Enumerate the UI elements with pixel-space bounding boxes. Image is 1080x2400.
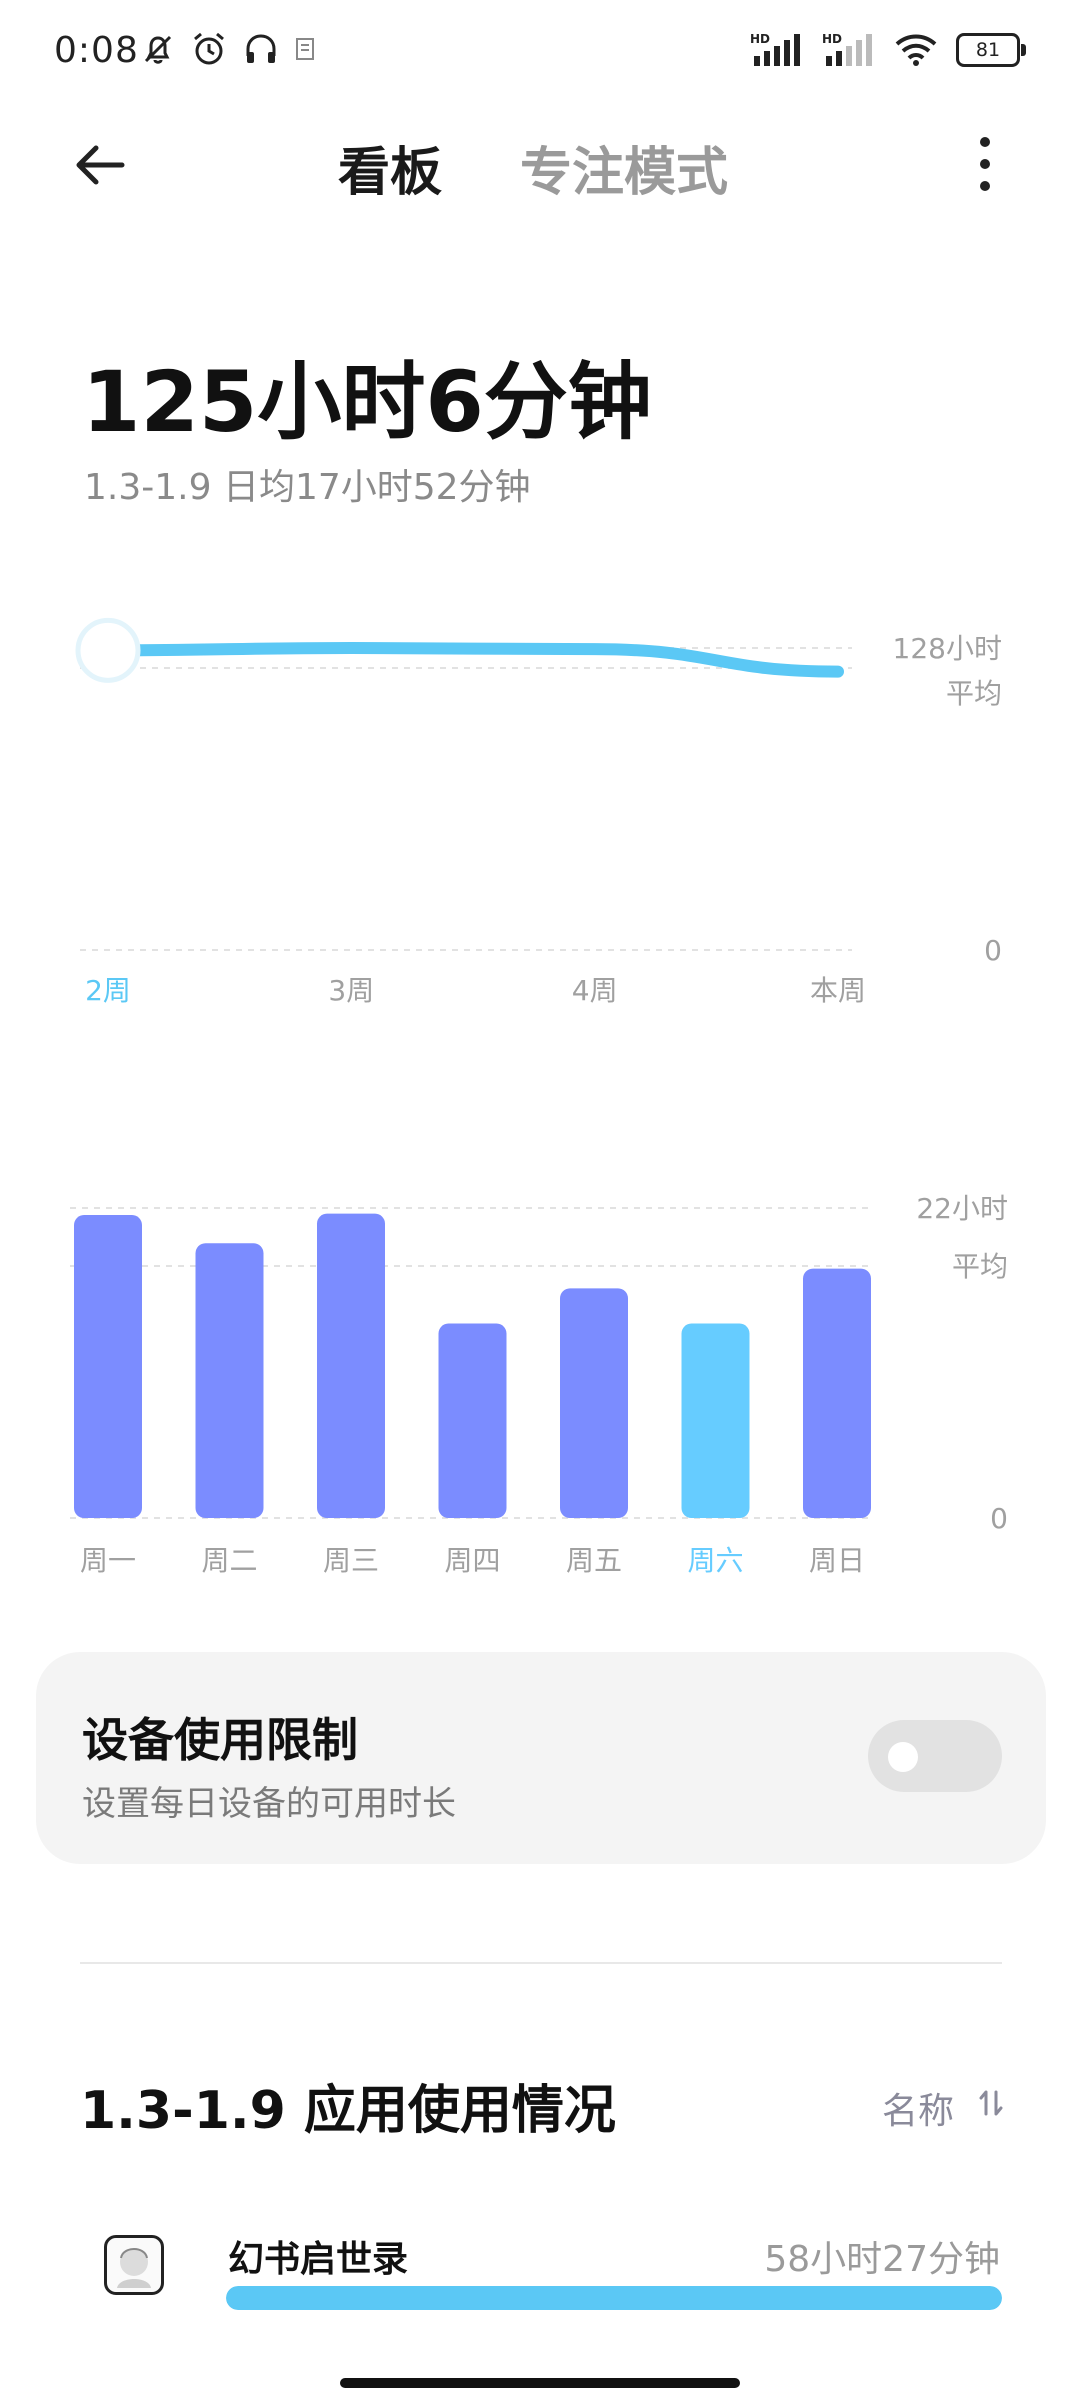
daily-average-subtitle: 1.3-1.9 日均17小时52分钟 [84,467,531,508]
limit-description: 设置每日设备的可用时长 [82,1784,456,1824]
weekly-x-label[interactable]: 2周 [85,974,131,1007]
daily-bar-5[interactable] [560,1288,628,1518]
daily-bar-6[interactable] [681,1323,750,1518]
device-limit-card[interactable]: 设备使用限制 设置每日设备的可用时长 [36,1652,1046,1864]
list-item[interactable]: 幻书启世录 58小时27分钟 [0,2210,1080,2320]
sort-icon[interactable] [978,2088,1004,2118]
weekly-selected-point[interactable] [75,617,141,683]
wifi-icon [895,34,937,66]
daily-bar-2[interactable] [195,1243,264,1518]
alarm-icon [194,32,224,65]
status-time: 0:08 [54,30,139,71]
limit-title: 设备使用限制 [82,1713,358,1767]
weekly-average-label: 平均 [946,677,1002,710]
sort-button[interactable]: 名称 [882,2082,954,2134]
usage-section-title: 1.3-1.9 应用使用情况 [80,2081,616,2141]
daily-bar-4[interactable] [438,1323,507,1518]
notification-icon [296,38,314,60]
signal-icon: HD [750,32,800,66]
app-usage-time: 58小时27分钟 [764,2239,1000,2280]
daily-average-label: 平均 [952,1250,1008,1283]
daily-bar-3[interactable] [317,1213,385,1518]
daily-x-label[interactable]: 周二 [201,1544,257,1577]
daily-max-label: 22小时 [916,1192,1008,1225]
signal-hd-label: HD [750,32,770,46]
home-indicator[interactable] [340,2378,740,2388]
more-options-icon[interactable] [965,132,1005,196]
divider [80,1962,1002,1964]
daily-x-label[interactable]: 周日 [809,1544,865,1577]
tab-focus-mode[interactable]: 专注模式 [520,130,728,205]
total-usage: 125小时6分钟 [82,353,652,451]
weekly-max-label: 128小时 [893,632,1002,665]
daily-x-label[interactable]: 周一 [80,1544,136,1577]
daily-bar-7[interactable] [803,1268,871,1518]
device-limit-toggle[interactable] [868,1720,1002,1792]
weekly-x-label[interactable]: 本周 [810,974,866,1007]
app-usage-bar [226,2286,1002,2310]
weekly-line-chart[interactable]: 128小时 平均 0 2周 3周 4周 本周 22小时 平均 0 周一 周二 周三 周四 周五… [0,560,1080,1610]
signal-icon: HD [822,32,872,66]
weekly-x-label[interactable]: 3周 [328,974,374,1007]
daily-bar-1[interactable] [74,1215,142,1518]
toggle-knob [888,1742,918,1772]
weekly-x-label[interactable]: 4周 [572,974,618,1007]
app-name: 幻书启世录 [228,2239,409,2280]
back-arrow-icon[interactable] [70,135,130,195]
headphones-icon [246,34,276,63]
tab-board[interactable]: 看板 [338,130,442,205]
battery-icon: 81 [956,33,1026,67]
daily-x-label[interactable]: 周三 [323,1544,379,1577]
weekly-zero-label: 0 [984,934,1002,967]
signal-hd-label: HD [822,32,842,46]
daily-x-label[interactable]: 周四 [444,1544,500,1577]
daily-x-label[interactable]: 周六 [687,1544,743,1577]
daily-zero-label: 0 [990,1502,1008,1535]
header: 看板 专注模式 [0,110,1080,220]
app-usage-bar-fill [226,2286,1002,2310]
daily-x-label[interactable]: 周五 [566,1544,622,1577]
status-bar: 0:08 HD HD 81 [0,0,1080,110]
mute-bell-icon [144,35,172,64]
app-avatar-icon [104,2235,164,2295]
